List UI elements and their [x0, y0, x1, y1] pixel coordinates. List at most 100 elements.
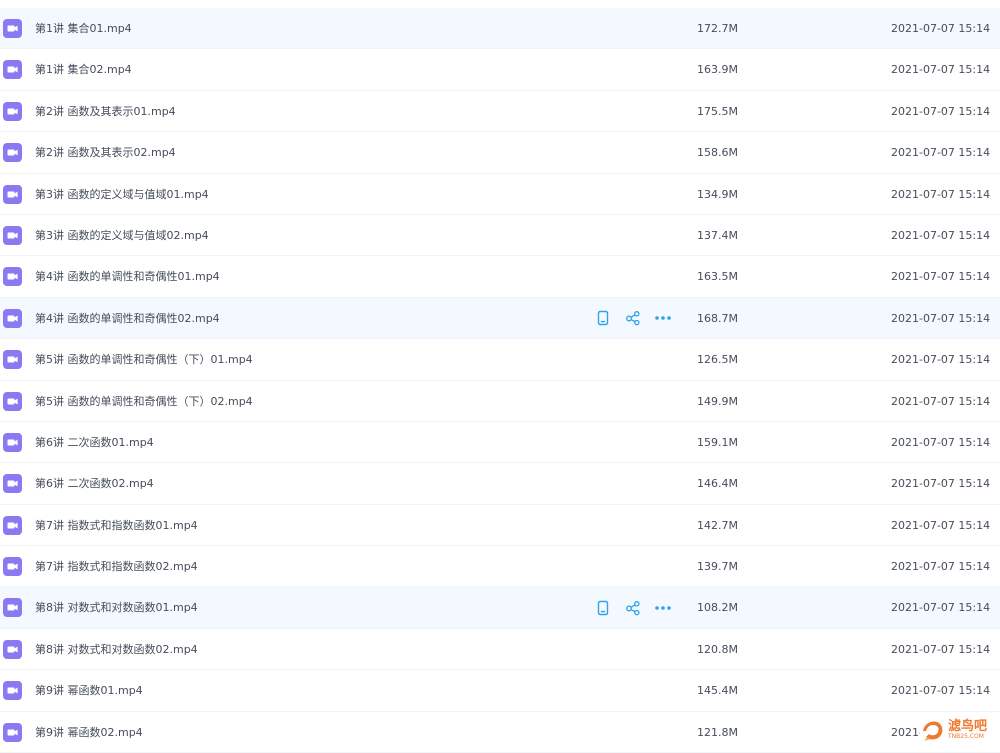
- video-file-icon: [3, 681, 22, 700]
- row-actions: [594, 298, 684, 339]
- file-row[interactable]: 第6讲 二次函数01.mp4: [0, 422, 1000, 463]
- file-size: 108.2M: [697, 587, 738, 628]
- file-size: 134.9M: [697, 174, 738, 215]
- file-size: 126.5M: [697, 339, 738, 380]
- file-row[interactable]: 第9讲 幂函数01.mp4: [0, 670, 1000, 711]
- file-size: 149.9M: [697, 381, 738, 422]
- phone-icon[interactable]: [594, 599, 612, 617]
- file-name[interactable]: 第4讲 函数的单调性和奇偶性01.mp4: [35, 256, 220, 297]
- more-icon[interactable]: [654, 599, 672, 617]
- file-date: 2021-07-07 15:14: [891, 8, 990, 49]
- video-file-icon: [3, 143, 22, 162]
- file-name[interactable]: 第8讲 对数式和对数函数02.mp4: [35, 629, 198, 670]
- file-date: 2021-07-07 15:14: [891, 174, 990, 215]
- file-name[interactable]: 第3讲 函数的定义域与值域02.mp4: [35, 215, 209, 256]
- file-name[interactable]: 第9讲 幂函数01.mp4: [35, 670, 143, 711]
- file-name[interactable]: 第9讲 幂函数02.mp4: [35, 712, 143, 753]
- file-name[interactable]: 第7讲 指数式和指数函数02.mp4: [35, 546, 198, 587]
- file-name[interactable]: 第1讲 集合02.mp4: [35, 49, 132, 90]
- file-date: 2021-07-07 15:14: [891, 463, 990, 504]
- video-file-icon: [3, 60, 22, 79]
- file-name[interactable]: 第5讲 函数的单调性和奇偶性（下）02.mp4: [35, 381, 253, 422]
- file-name[interactable]: 第5讲 函数的单调性和奇偶性（下）01.mp4: [35, 339, 253, 380]
- file-name[interactable]: 第6讲 二次函数02.mp4: [35, 463, 154, 504]
- bird-icon: [920, 717, 946, 743]
- file-size: 175.5M: [697, 91, 738, 132]
- file-row[interactable]: 第5讲 函数的单调性和奇偶性（下）01.mp4: [0, 339, 1000, 380]
- file-row[interactable]: 第1讲 集合01.mp4: [0, 8, 1000, 49]
- file-row[interactable]: 第8讲 对数式和对数函数02.mp4: [0, 629, 1000, 670]
- file-name[interactable]: 第3讲 函数的定义域与值域01.mp4: [35, 174, 209, 215]
- file-date: 2021-07-07 15:14: [891, 49, 990, 90]
- file-size: 159.1M: [697, 422, 738, 463]
- file-row[interactable]: 第3讲 函数的定义域与值域02.mp4: [0, 215, 1000, 256]
- file-name[interactable]: 第2讲 函数及其表示01.mp4: [35, 91, 176, 132]
- file-date: 2021-07-07 15:14: [891, 629, 990, 670]
- video-file-icon: [3, 723, 22, 742]
- file-name[interactable]: 第1讲 集合01.mp4: [35, 8, 132, 49]
- file-name[interactable]: 第2讲 函数及其表示02.mp4: [35, 132, 176, 173]
- share-icon[interactable]: [624, 599, 642, 617]
- file-date: 2021-07-07 15:14: [891, 215, 990, 256]
- file-name[interactable]: 第7讲 指数式和指数函数01.mp4: [35, 505, 198, 546]
- video-file-icon: [3, 557, 22, 576]
- file-size: 121.8M: [697, 712, 738, 753]
- file-row[interactable]: 第5讲 函数的单调性和奇偶性（下）02.mp4: [0, 381, 1000, 422]
- file-row[interactable]: 第6讲 二次函数02.mp4: [0, 463, 1000, 504]
- file-row[interactable]: 第4讲 函数的单调性和奇偶性01.mp4: [0, 256, 1000, 297]
- file-size: 146.4M: [697, 463, 738, 504]
- video-file-icon: [3, 267, 22, 286]
- video-file-icon: [3, 474, 22, 493]
- file-row[interactable]: 第7讲 指数式和指数函数01.mp4: [0, 505, 1000, 546]
- more-icon[interactable]: [654, 309, 672, 327]
- file-size: 168.7M: [697, 298, 738, 339]
- file-date: 2021-07-07 15:14: [891, 381, 990, 422]
- video-file-icon: [3, 433, 22, 452]
- file-size: 163.9M: [697, 49, 738, 90]
- file-name[interactable]: 第4讲 函数的单调性和奇偶性02.mp4: [35, 298, 220, 339]
- phone-icon[interactable]: [594, 309, 612, 327]
- watermark-text: 滤鸟吧: [948, 720, 987, 733]
- file-size: 137.4M: [697, 215, 738, 256]
- file-row[interactable]: 第7讲 指数式和指数函数02.mp4: [0, 546, 1000, 587]
- video-file-icon: [3, 350, 22, 369]
- file-date: 2021-07-07 15:14: [891, 298, 990, 339]
- share-icon[interactable]: [624, 309, 642, 327]
- video-file-icon: [3, 102, 22, 121]
- video-file-icon: [3, 19, 22, 38]
- file-size: 139.7M: [697, 546, 738, 587]
- file-date: 2021-07-07 15:14: [891, 670, 990, 711]
- file-date: 2021-07-07 15:14: [891, 132, 990, 173]
- file-date: 2021-07-07 15:14: [891, 505, 990, 546]
- file-size: 120.8M: [697, 629, 738, 670]
- file-size: 163.5M: [697, 256, 738, 297]
- video-file-icon: [3, 598, 22, 617]
- video-file-icon: [3, 640, 22, 659]
- video-file-icon: [3, 226, 22, 245]
- file-date: 2021-07-07 15:14: [891, 91, 990, 132]
- file-name[interactable]: 第8讲 对数式和对数函数01.mp4: [35, 587, 198, 628]
- file-date: 2021-07-07 15:14: [891, 422, 990, 463]
- file-row[interactable]: 第8讲 对数式和对数函数01.mp4: [0, 587, 1000, 628]
- file-row[interactable]: 第2讲 函数及其表示02.mp4: [0, 132, 1000, 173]
- file-date: 2021-07-07 15:14: [891, 339, 990, 380]
- file-row[interactable]: 第1讲 集合02.mp4: [0, 49, 1000, 90]
- video-file-icon: [3, 516, 22, 535]
- file-list: 第1讲 集合01.mp4: [0, 8, 1000, 753]
- video-file-icon: [3, 309, 22, 328]
- file-size: 158.6M: [697, 132, 738, 173]
- file-row[interactable]: 第4讲 函数的单调性和奇偶性02.mp4: [0, 298, 1000, 339]
- file-size: 145.4M: [697, 670, 738, 711]
- file-row[interactable]: 第3讲 函数的定义域与值域01.mp4: [0, 174, 1000, 215]
- video-file-icon: [3, 185, 22, 204]
- file-size: 172.7M: [697, 8, 738, 49]
- video-file-icon: [3, 392, 22, 411]
- row-actions: [594, 587, 684, 628]
- watermark-logo: 滤鸟吧 TNB25.COM: [920, 715, 998, 745]
- file-date: 2021-07-07 15:14: [891, 256, 990, 297]
- file-size: 142.7M: [697, 505, 738, 546]
- file-date: 2021-07-07 15:14: [891, 587, 990, 628]
- file-name[interactable]: 第6讲 二次函数01.mp4: [35, 422, 154, 463]
- file-row[interactable]: 第2讲 函数及其表示01.mp4: [0, 91, 1000, 132]
- file-date: 2021-07-07 15:14: [891, 546, 990, 587]
